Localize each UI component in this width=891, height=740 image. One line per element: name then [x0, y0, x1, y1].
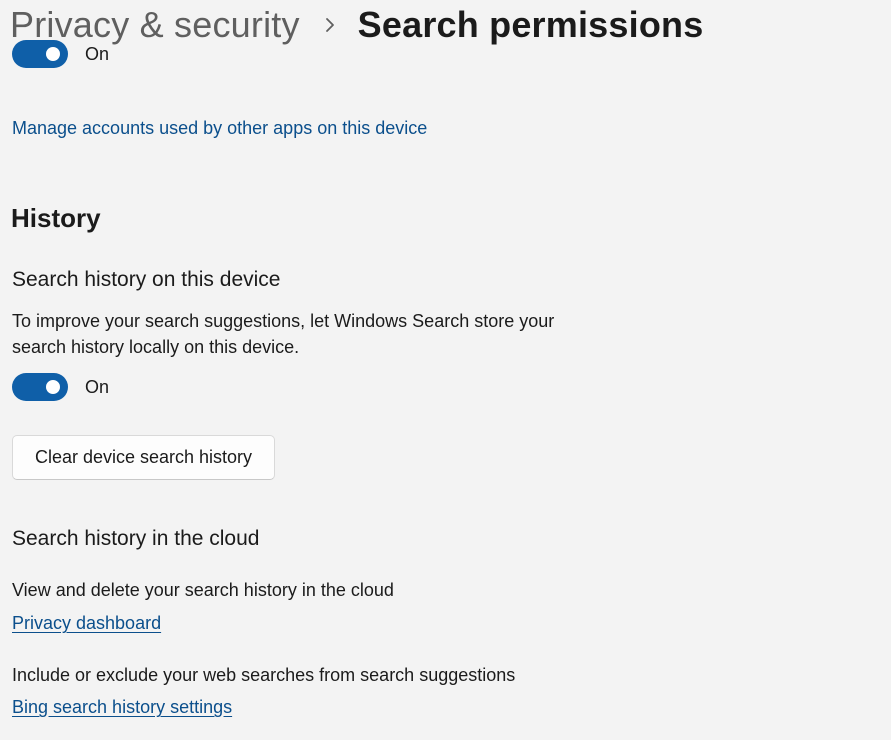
cloud-history-title: Search history in the cloud [12, 527, 260, 550]
cloud-history-include-text: Include or exclude your web searches fro… [12, 665, 516, 685]
device-history-description-line2: search history locally on this device. [12, 337, 300, 357]
chevron-right-icon [324, 17, 336, 33]
top-toggle-label: On [85, 43, 110, 64]
history-section-title: History [11, 203, 101, 233]
clear-device-search-history-button[interactable]: Clear device search history [12, 435, 275, 480]
device-history-toggle-label: On [85, 376, 110, 397]
page-title: Search permissions [357, 4, 704, 45]
breadcrumb: Privacy & security Search permissions [10, 2, 703, 48]
toggle-knob [46, 47, 60, 61]
bing-search-history-settings-link[interactable]: Bing search history settings [12, 697, 232, 718]
top-toggle-row: On [12, 40, 109, 68]
toggle-knob [46, 380, 60, 394]
device-history-description: To improve your search suggestions, let … [12, 308, 554, 360]
device-history-toggle-switch[interactable] [12, 373, 68, 401]
privacy-dashboard-link[interactable]: Privacy dashboard [12, 613, 161, 634]
top-toggle-switch[interactable] [12, 40, 68, 68]
device-history-toggle-row: On [12, 373, 109, 401]
device-history-description-line1: To improve your search suggestions, let … [12, 311, 555, 331]
device-history-title: Search history on this device [12, 268, 281, 291]
manage-accounts-link[interactable]: Manage accounts used by other apps on th… [12, 118, 427, 139]
cloud-history-view-text: View and delete your search history in t… [12, 580, 394, 600]
